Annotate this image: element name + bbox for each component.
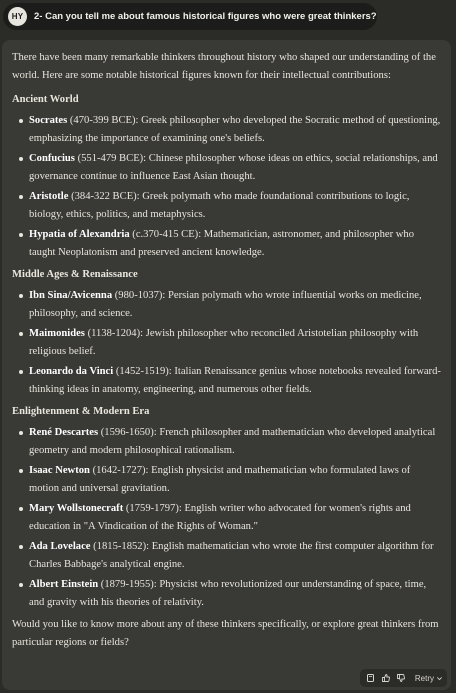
list-item: René Descartes (1596-1650): French philo… xyxy=(12,424,441,460)
thinker-name: Maimonides xyxy=(29,328,85,339)
response-intro: There have been many remarkable thinkers… xyxy=(12,52,436,81)
bullet-icon xyxy=(19,233,23,237)
thinker-name: Leonardo da Vinci xyxy=(29,366,114,377)
thinker-description: (470-399 BCE): Greek philosopher who dev… xyxy=(29,115,441,144)
list-item: Confucius (551-479 BCE): Chinese philoso… xyxy=(12,150,441,186)
thinker-name: Confucius xyxy=(29,153,75,164)
list-item: Maimonides (1138-1204): Jewish philosoph… xyxy=(12,325,441,361)
bullet-icon xyxy=(19,370,23,374)
thinker-description: (384-322 BCE): Greek polymath who made f… xyxy=(29,191,410,220)
thinker-name: Mary Wollstonecraft xyxy=(29,503,124,514)
retry-label: Retry xyxy=(414,673,434,683)
thinker-name: Hypatia of Alexandria xyxy=(29,229,130,240)
user-message: HY 2- Can you tell me about famous histo… xyxy=(3,3,377,30)
bullet-icon xyxy=(19,195,23,199)
assistant-response: There have been many remarkable thinkers… xyxy=(2,40,451,690)
list-item: Isaac Newton (1642-1727): English physic… xyxy=(12,462,441,498)
list-item: Ada Lovelace (1815-1852): English mathem… xyxy=(12,538,441,574)
section-heading-enlightenment: Enlightenment & Modern Era xyxy=(12,406,150,417)
list-item: Socrates (470-399 BCE): Greek philosophe… xyxy=(12,112,441,148)
bullet-icon xyxy=(19,294,23,298)
bullet-icon xyxy=(19,469,23,473)
thinker-name: Ibn Sina/Avicenna xyxy=(29,290,113,301)
thinker-name: Albert Einstein xyxy=(29,579,99,590)
thinkers-list-ancient: Socrates (470-399 BCE): Greek philosophe… xyxy=(12,112,441,262)
thinker-name: Socrates xyxy=(29,115,68,126)
list-item: Aristotle (384-322 BCE): Greek polymath … xyxy=(12,188,441,224)
bullet-icon xyxy=(19,583,23,587)
thinker-description: (551-479 BCE): Chinese philosopher whose… xyxy=(29,153,438,182)
chevron-down-icon xyxy=(437,676,442,680)
response-closing: Would you like to know more about any of… xyxy=(12,619,439,648)
section-heading-middle-ages: Middle Ages & Renaissance xyxy=(12,269,138,280)
list-item: Hypatia of Alexandria (c.370-415 CE): Ma… xyxy=(12,226,441,262)
list-item: Ibn Sina/Avicenna (980-1037): Persian po… xyxy=(12,287,441,323)
thumbs-up-icon[interactable] xyxy=(381,673,391,683)
bullet-icon xyxy=(19,332,23,336)
bullet-icon xyxy=(19,119,23,123)
thinkers-list-middle-ages: Ibn Sina/Avicenna (980-1037): Persian po… xyxy=(12,287,441,399)
thinker-description: (1138-1204): Jewish philosopher who reco… xyxy=(29,328,419,357)
bullet-icon xyxy=(19,431,23,435)
list-item: Mary Wollstonecraft (1759-1797): English… xyxy=(12,500,441,536)
bullet-icon xyxy=(19,545,23,549)
thinker-name: Aristotle xyxy=(29,191,69,202)
section-heading-ancient: Ancient World xyxy=(12,94,79,105)
retry-button[interactable]: Retry xyxy=(415,674,443,683)
list-item: Albert Einstein (1879-1955): Physicist w… xyxy=(12,576,441,612)
copy-icon[interactable] xyxy=(366,673,376,683)
response-actions: Retry xyxy=(360,669,447,687)
bullet-icon xyxy=(19,157,23,161)
bullet-icon xyxy=(19,507,23,511)
thumbs-down-icon[interactable] xyxy=(396,673,406,683)
thinker-name: Ada Lovelace xyxy=(29,541,91,552)
user-avatar[interactable]: HY xyxy=(8,7,27,26)
user-message-text: 2- Can you tell me about famous historic… xyxy=(34,11,377,22)
thinker-name: Isaac Newton xyxy=(29,465,90,476)
thinkers-list-enlightenment: René Descartes (1596-1650): French philo… xyxy=(12,424,441,612)
thinker-description: (1815-1852): English mathematician who w… xyxy=(29,541,434,570)
thinker-name: René Descartes xyxy=(29,427,99,438)
list-item: Leonardo da Vinci (1452-1519): Italian R… xyxy=(12,363,441,399)
